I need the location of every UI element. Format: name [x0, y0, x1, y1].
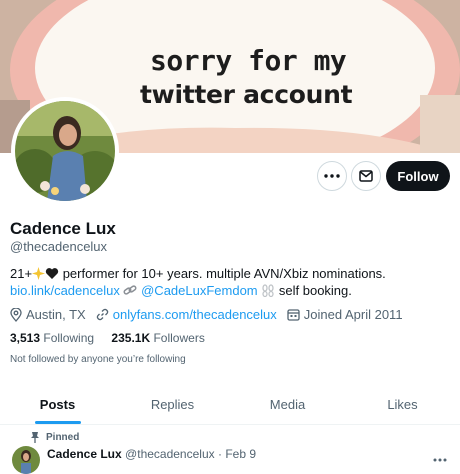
profile-avatar[interactable]: [11, 97, 119, 205]
chains-icon: [262, 284, 274, 297]
sparkles-icon: [32, 267, 46, 280]
location-pin-icon: [10, 307, 22, 322]
followers-label: Followers: [153, 331, 205, 345]
pin-icon: [31, 432, 39, 443]
website-link[interactable]: onlyfans.com/thecadencelux: [113, 307, 277, 322]
location-text: Austin, TX: [26, 307, 86, 322]
post-header: Cadence Lux @thecadencelux · Feb 9: [47, 447, 256, 461]
bio-age: 21+: [10, 266, 33, 281]
bio-suffix: self booking.: [278, 283, 352, 298]
joined-text: Joined April 2011: [303, 307, 403, 322]
banner-text-line1: sorry for my: [150, 44, 347, 77]
tab-media[interactable]: Media: [230, 384, 345, 424]
joined-item: Joined April 2011: [287, 307, 403, 322]
bio-mention[interactable]: @CadeLuxFemdom: [141, 283, 258, 298]
tab-posts[interactable]: Posts: [0, 384, 115, 424]
more-dots-icon: [324, 174, 340, 178]
follow-stats: 3,513 Following 235.1K Followers: [10, 331, 219, 345]
post-author-name[interactable]: Cadence Lux: [47, 447, 122, 461]
post-author-handle[interactable]: @thecadencelux: [125, 447, 215, 461]
post-separator: ·: [217, 447, 222, 461]
location-item: Austin, TX: [10, 307, 86, 322]
bio-line-1: 21+ performer for 10+ years. multiple AV…: [10, 266, 386, 281]
pinned-label: Pinned: [46, 431, 80, 443]
link-icon: [96, 308, 108, 321]
post-author-avatar[interactable]: [12, 446, 40, 474]
following-stat[interactable]: 3,513 Following: [10, 331, 94, 345]
more-dots-icon: [433, 458, 447, 462]
tab-replies[interactable]: Replies: [115, 384, 230, 424]
link-emoji-icon: [124, 285, 137, 295]
calendar-icon: [287, 309, 300, 321]
not-followed-notice: Not followed by anyone you’re following: [10, 354, 186, 365]
website-item[interactable]: onlyfans.com/thecadencelux: [96, 307, 277, 322]
follow-button[interactable]: Follow: [386, 161, 450, 191]
bio-text: performer for 10+ years. multiple AVN/Xb…: [62, 266, 386, 281]
bio-link[interactable]: bio.link/cadencelux: [10, 283, 120, 298]
profile-tabs: Posts Replies Media Likes: [0, 384, 460, 425]
post-date[interactable]: Feb 9: [225, 447, 256, 461]
user-handle: @thecadencelux: [10, 239, 108, 254]
following-label: Following: [43, 331, 95, 345]
more-options-button[interactable]: [317, 161, 347, 191]
profile-meta: Austin, TX onlyfans.com/thecadencelux Jo…: [10, 307, 413, 322]
followers-stat[interactable]: 235.1K Followers: [111, 331, 204, 345]
message-button[interactable]: [351, 161, 381, 191]
post-more-button[interactable]: [433, 449, 447, 467]
bio-line-2: bio.link/cadencelux @CadeLuxFemdom self …: [10, 283, 352, 298]
display-name: Cadence Lux: [10, 219, 116, 238]
following-count: 3,513: [10, 331, 41, 345]
envelope-icon: [359, 170, 373, 182]
pinned-indicator: Pinned: [30, 431, 79, 443]
followers-count: 235.1K: [111, 331, 151, 345]
tab-likes[interactable]: Likes: [345, 384, 460, 424]
black-heart-icon: [45, 268, 59, 279]
banner-text-line2: twitter account: [140, 80, 353, 109]
